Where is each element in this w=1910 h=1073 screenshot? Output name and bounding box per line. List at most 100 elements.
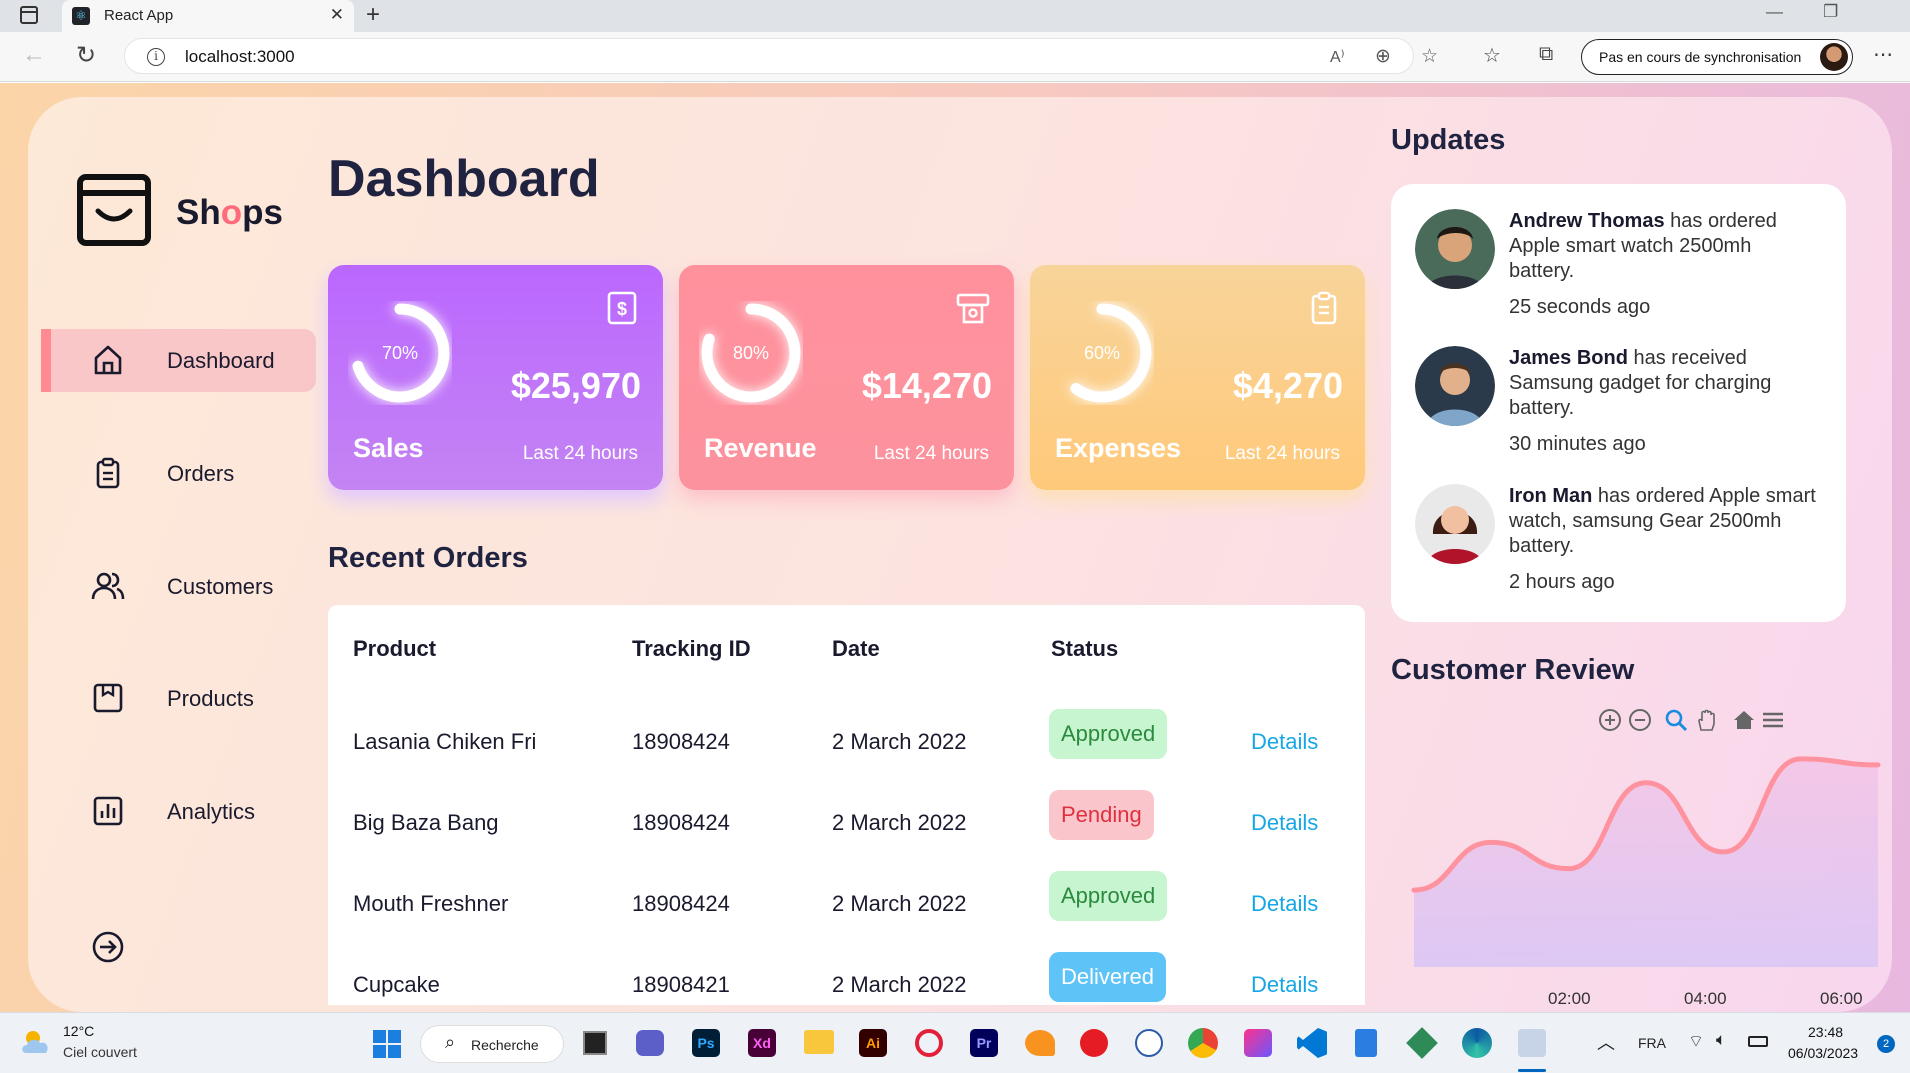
card-name: Revenue [704,433,817,463]
notification-badge[interactable]: 2 [1877,1035,1895,1053]
logo-text-accent: o [220,193,243,232]
details-link[interactable]: Details [1251,729,1318,755]
area-fill [1414,758,1878,967]
details-link[interactable]: Details [1251,891,1318,917]
edge-icon[interactable] [1462,1028,1492,1058]
react-favicon-icon: ⚛ [72,7,90,25]
sidebar-item-analytics[interactable]: Analytics [41,780,316,843]
chevron-up-icon[interactable]: ︿ [1597,1029,1615,1055]
profile-sync-button[interactable]: Pas en cours de synchronisation [1581,39,1853,75]
customer-review-title: Customer Review [1391,654,1635,686]
update-text: Andrew Thomas has ordered Apple smart wa… [1509,209,1819,284]
wifi-icon[interactable]: ⌔ [1688,1031,1704,1052]
task-view-icon[interactable] [583,1031,607,1055]
product-cell: Lasania Chiken Fri [353,729,537,754]
sync-label: Pas en cours de synchronisation [1599,49,1802,65]
minimize-button[interactable]: — [1766,2,1783,22]
update-text: James Bond has received Samsung gadget f… [1509,346,1819,421]
chrome-icon[interactable] [1188,1028,1218,1058]
file-explorer-icon[interactable] [804,1030,834,1054]
card-value: $4,270 [1232,365,1343,406]
zoom-icon[interactable]: ⊕ [1375,45,1391,68]
url-text[interactable]: localhost:3000 [185,47,295,67]
app-icon[interactable] [1135,1029,1163,1057]
avatar [1415,209,1495,289]
read-aloud-icon[interactable]: A⁾ [1330,47,1345,67]
product-cell: Mouth Freshner [353,891,509,916]
svg-text:$: $ [617,299,627,319]
date-cell: 2 March 2022 [832,810,967,835]
premiere-icon[interactable]: Pr [970,1029,998,1057]
language-indicator[interactable]: FRA [1638,1035,1666,1051]
taskbar-search[interactable]: ⌕ Recherche [420,1025,564,1063]
details-link[interactable]: Details [1251,810,1318,836]
active-app-indicator [1518,1069,1546,1072]
favorites-icon[interactable]: ☆ [1483,43,1501,68]
refresh-button[interactable]: ↻ [76,41,96,70]
vscode-icon[interactable] [1297,1028,1327,1058]
add-favorite-icon[interactable]: ☆ [1421,45,1438,68]
app-icon[interactable] [1025,1030,1055,1056]
tracking-cell: 18908424 [632,810,730,835]
sidebar-item-label: Analytics [167,799,256,824]
windows-start-icon[interactable] [373,1030,401,1058]
sidebar-item-products[interactable]: Products [41,667,316,730]
sidebar-item-dashboard[interactable]: Dashboard [41,329,316,392]
clipboard-icon [96,457,120,489]
progress-percent: 60% [1083,343,1121,363]
app-icon[interactable] [1080,1029,1108,1057]
back-button[interactable]: ← [22,41,46,69]
tracking-cell: 18908424 [632,729,730,754]
site-info-icon[interactable]: i [147,48,165,66]
browser-tab[interactable]: ⚛ React App ✕ [62,0,354,32]
stat-card-sales[interactable]: 70% $ $25,970 Sales Last 24 hours [328,265,663,490]
new-tab-button[interactable]: + [366,1,380,29]
sign-out-icon[interactable] [91,930,125,964]
clock-date[interactable]: 06/03/2023 [1788,1045,1858,1061]
teams-chat-icon[interactable] [636,1030,664,1056]
update-text: Iron Man has ordered Apple smart watch, … [1509,484,1819,559]
update-user-name: James Bond [1509,347,1628,369]
weather-cloud-icon[interactable] [20,1027,54,1057]
jetbrains-icon[interactable] [1244,1029,1272,1057]
sidebar-item-label: Customers [167,574,274,599]
x-tick-label: 02:00 [1548,989,1591,1008]
adobe-xd-icon[interactable]: Xd [748,1029,776,1057]
package-icon [93,683,123,713]
snipping-tool-icon[interactable] [1518,1029,1546,1057]
stat-card-expenses[interactable]: 60% $4,270 Expenses Last 24 hours [1030,265,1365,490]
sidebar-item-label: Products [167,686,254,711]
status-badge: Pending [1049,790,1154,840]
weather-temp[interactable]: 12°C [63,1023,94,1039]
restore-button[interactable]: ❐ [1823,2,1838,22]
updates-panel: Andrew Thomas has ordered Apple smart wa… [1391,184,1846,622]
more-menu-icon[interactable]: ⋯ [1873,42,1893,67]
photoshop-icon[interactable]: Ps [692,1029,720,1057]
date-cell: 2 March 2022 [832,729,967,754]
collections-icon[interactable]: ⧉ [1539,43,1553,66]
battery-icon[interactable] [1748,1036,1768,1047]
column-header-status: Status [1051,636,1119,661]
clock-time[interactable]: 23:48 [1808,1024,1843,1040]
opera-gx-icon[interactable] [915,1029,943,1057]
weather-text[interactable]: Ciel couvert [63,1044,137,1060]
notepad-icon[interactable] [1355,1029,1377,1057]
close-tab-icon[interactable]: ✕ [330,5,344,25]
card-name: Sales [353,433,424,463]
stat-card-revenue[interactable]: 80% $14,270 Revenue Last 24 hours [679,265,1014,490]
tab-actions-icon[interactable] [20,6,38,24]
orders-table: Product Tracking ID Date Status Lasania … [328,605,1365,1005]
address-bar[interactable]: i localhost:3000 A⁾ ⊕ ☆ [124,38,1438,74]
illustrator-icon[interactable]: Ai [859,1029,887,1057]
sidebar-item-orders[interactable]: Orders [41,442,316,505]
tracking-cell: 18908421 [632,972,730,997]
sidebar-item-customers[interactable]: Customers [41,555,316,618]
browser-tab-bar: ⚛ React App ✕ + — ❐ [0,0,1910,32]
progress-percent: 70% [381,343,419,363]
product-cell: Cupcake [353,972,440,997]
product-cell: Big Baza Bang [353,810,499,835]
volume-icon[interactable]: 🔈︎ [1716,1030,1726,1050]
date-cell: 2 March 2022 [832,891,967,916]
app-icon[interactable] [1406,1027,1438,1059]
details-link[interactable]: Details [1251,972,1318,998]
